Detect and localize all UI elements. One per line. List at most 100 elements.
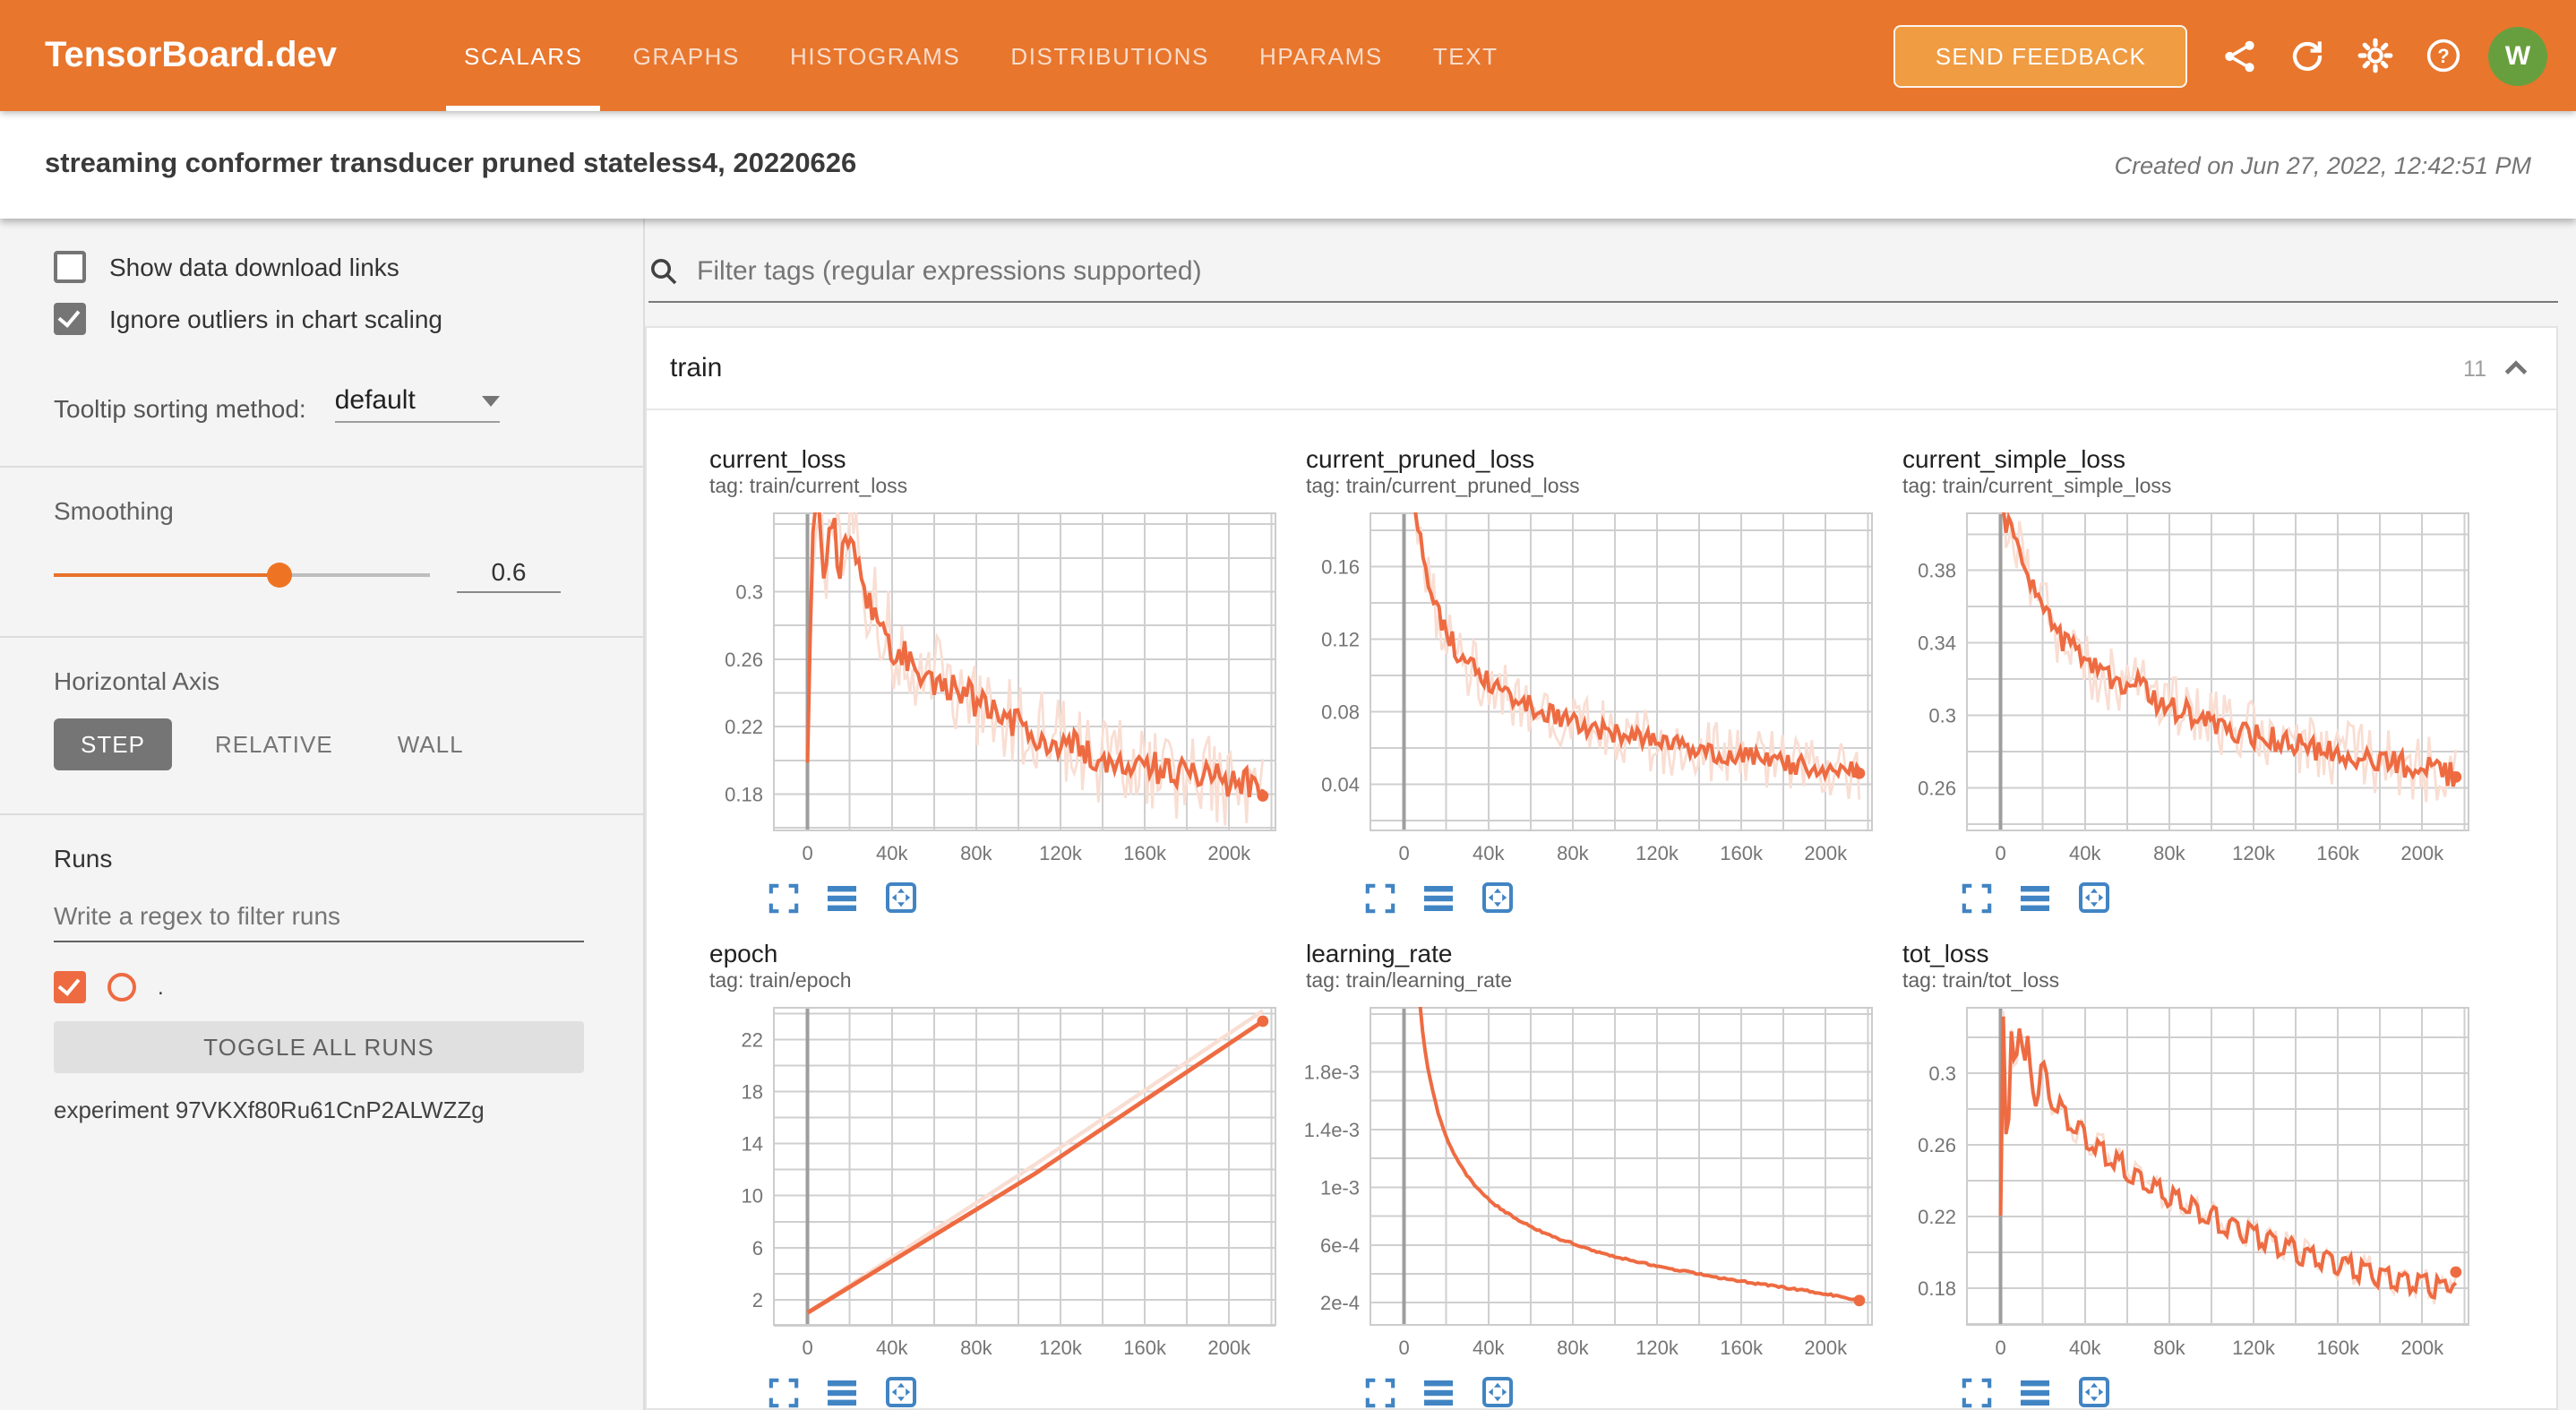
runs-label: Runs [54, 844, 589, 873]
help-icon[interactable]: ? [2409, 21, 2477, 90]
app-logo[interactable]: TensorBoard.dev [45, 35, 337, 76]
data-table-icon[interactable] [1422, 881, 1455, 914]
data-table-icon[interactable] [1422, 1376, 1455, 1408]
fit-domain-icon[interactable] [1481, 881, 1514, 914]
haxis-step-button[interactable]: STEP [54, 718, 172, 770]
svg-text:0.26: 0.26 [1918, 777, 1956, 799]
svg-text:200k: 200k [1207, 1337, 1251, 1359]
svg-text:120k: 120k [1636, 842, 1679, 864]
tab-graphs[interactable]: GRAPHS [608, 0, 765, 111]
tab-text[interactable]: TEXT [1408, 0, 1524, 111]
tab-distributions[interactable]: DISTRIBUTIONS [985, 0, 1234, 111]
run-checkbox[interactable] [54, 971, 86, 1003]
chart-card: current_loss tag: train/current_loss 0.1… [709, 443, 1306, 914]
fit-domain-icon[interactable] [1481, 1376, 1514, 1408]
fullscreen-icon[interactable] [767, 1376, 799, 1408]
scalar-plot[interactable]: 0.180.220.260.3040k80k120k160k200k [702, 512, 1283, 871]
svg-text:80k: 80k [2153, 842, 2185, 864]
chart-card: current_pruned_loss tag: train/current_p… [1306, 443, 1902, 914]
chart-tag: tag: train/epoch [709, 969, 1306, 996]
data-table-icon[interactable] [2019, 1376, 2051, 1408]
fit-domain-icon[interactable] [885, 881, 917, 914]
haxis-relative-button[interactable]: RELATIVE [193, 718, 355, 770]
chart-tag: tag: train/current_loss [709, 475, 1306, 502]
fullscreen-icon[interactable] [1363, 1376, 1395, 1408]
smoothing-slider[interactable] [54, 573, 430, 577]
send-feedback-button[interactable]: SEND FEEDBACK [1894, 24, 2187, 87]
toggle-all-runs-button[interactable]: TOGGLE ALL RUNS [54, 1021, 584, 1073]
chart-tag: tag: train/learning_rate [1306, 969, 1902, 996]
main-panel: train 11 current_loss tag: train/current… [645, 219, 2576, 1410]
tooltip-sorting-label: Tooltip sorting method: [54, 394, 306, 423]
data-table-icon[interactable] [826, 1376, 858, 1408]
svg-text:160k: 160k [1123, 842, 1167, 864]
chevron-up-icon[interactable] [2501, 353, 2531, 383]
svg-text:160k: 160k [1123, 1337, 1167, 1359]
tooltip-sorting-select[interactable]: default [335, 385, 500, 423]
fit-domain-icon[interactable] [885, 1376, 917, 1408]
smoothing-value-input[interactable] [457, 557, 561, 593]
fullscreen-icon[interactable] [767, 881, 799, 914]
svg-text:0.3: 0.3 [1928, 705, 1956, 727]
filter-tags-input[interactable] [693, 254, 2558, 288]
scalar-plot[interactable]: 0.260.30.340.38040k80k120k160k200k [1895, 512, 2476, 871]
avatar[interactable]: W [2488, 26, 2547, 85]
chart-toolbar [1960, 881, 2499, 914]
fit-domain-icon[interactable] [2078, 1376, 2110, 1408]
svg-text:160k: 160k [1720, 842, 1764, 864]
train-card-header[interactable]: train 11 [647, 328, 2556, 410]
fit-domain-icon[interactable] [2078, 881, 2110, 914]
fullscreen-icon[interactable] [1960, 1376, 1992, 1408]
smoothing-slider-fill [54, 573, 279, 577]
tab-histograms[interactable]: HISTOGRAMS [765, 0, 985, 111]
smoothing-slider-thumb[interactable] [267, 563, 292, 588]
divider [0, 636, 643, 638]
scalar-plot[interactable]: 2610141822040k80k120k160k200k [702, 1007, 1283, 1365]
run-color-swatch[interactable] [107, 973, 136, 1002]
svg-text:80k: 80k [1557, 1337, 1589, 1359]
scalar-plot[interactable]: 0.040.080.120.16040k80k120k160k200k [1299, 512, 1879, 871]
fullscreen-icon[interactable] [1363, 881, 1395, 914]
scalar-plot[interactable]: 0.180.220.260.3040k80k120k160k200k [1895, 1007, 2476, 1365]
scalar-plot[interactable]: 2e-46e-41e-31.4e-31.8e-3040k80k120k160k2… [1299, 1007, 1879, 1365]
svg-text:0.26: 0.26 [1918, 1134, 1956, 1156]
chart-card: learning_rate tag: train/learning_rate 2… [1306, 937, 1902, 1408]
svg-text:200k: 200k [1207, 842, 1251, 864]
haxis-wall-button[interactable]: WALL [376, 718, 485, 770]
settings-gear-icon[interactable] [2341, 21, 2409, 90]
divider [0, 466, 643, 468]
chart-card: current_simple_loss tag: train/current_s… [1902, 443, 2499, 914]
svg-text:80k: 80k [960, 1337, 992, 1359]
run-row: . [54, 971, 589, 1003]
svg-text:120k: 120k [2232, 1337, 2276, 1359]
chart-toolbar [1960, 1376, 2499, 1408]
tab-scalars[interactable]: SCALARS [439, 0, 608, 111]
svg-text:80k: 80k [2153, 1337, 2185, 1359]
tooltip-sorting-value: default [335, 385, 416, 416]
header-actions: SEND FEEDBACK [1894, 21, 2547, 90]
search-icon [648, 256, 679, 287]
chart-card: epoch tag: train/epoch 2610141822040k80k… [709, 937, 1306, 1408]
svg-text:200k: 200k [2400, 842, 2444, 864]
svg-text:0.38: 0.38 [1918, 560, 1956, 582]
train-card: train 11 current_loss tag: train/current… [645, 326, 2558, 1410]
refresh-icon[interactable] [2273, 21, 2341, 90]
chart-card: tot_loss tag: train/tot_loss 0.180.220.2… [1902, 937, 2499, 1408]
settings-sidebar: Show data download links Ignore outliers… [0, 219, 645, 1410]
ignore-outliers-checkbox[interactable] [54, 303, 86, 335]
data-table-icon[interactable] [2019, 881, 2051, 914]
svg-text:0.3: 0.3 [1928, 1062, 1956, 1085]
fullscreen-icon[interactable] [1960, 881, 1992, 914]
show-download-links-checkbox[interactable] [54, 251, 86, 283]
svg-text:0.08: 0.08 [1321, 701, 1360, 724]
share-icon[interactable] [2205, 21, 2273, 90]
tab-hparams[interactable]: HPARAMS [1234, 0, 1408, 111]
chart-toolbar [1363, 1376, 1902, 1408]
svg-text:0: 0 [1399, 842, 1410, 864]
chart-tag: tag: train/current_simple_loss [1902, 475, 2499, 502]
runs-regex-input[interactable] [54, 890, 584, 942]
svg-text:120k: 120k [2232, 842, 2276, 864]
svg-text:?: ? [2437, 45, 2449, 67]
svg-text:0.04: 0.04 [1321, 773, 1360, 795]
data-table-icon[interactable] [826, 881, 858, 914]
